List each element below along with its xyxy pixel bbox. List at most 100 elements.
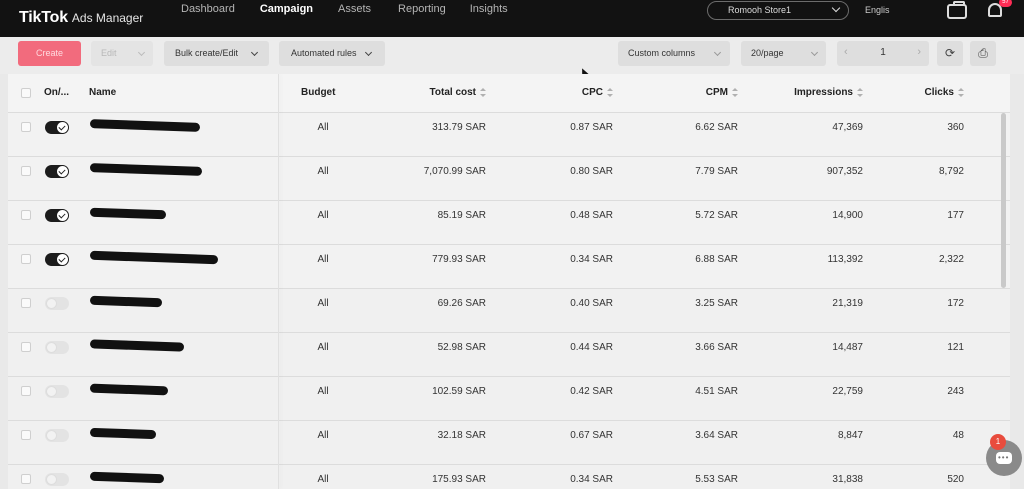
impressions-cell: 31,838: [832, 474, 863, 485]
clicks-cell: 177: [947, 210, 964, 221]
redacted-campaign-name[interactable]: [89, 250, 219, 265]
total-cost-cell: 175.93 SAR: [432, 474, 486, 485]
header-budget[interactable]: Budget: [301, 87, 335, 98]
nav-campaign[interactable]: Campaign: [259, 0, 314, 40]
table-row[interactable]: All 32.18 SAR 0.67 SAR 3.64 SAR 8,847 48: [8, 421, 1010, 465]
nav-dashboard[interactable]: Dashboard: [181, 0, 235, 37]
cpc-cell: 0.34 SAR: [570, 474, 613, 485]
header-impressions[interactable]: Impressions: [768, 87, 863, 98]
clicks-cell: 243: [947, 386, 964, 397]
nav-reporting[interactable]: Reporting: [398, 0, 446, 37]
status-toggle[interactable]: [45, 385, 69, 398]
row-checkbox[interactable]: [21, 342, 31, 352]
tiktok-ads-manager-logo[interactable]: TikTok Ads Manager: [19, 9, 143, 27]
header-total-cost[interactable]: Total cost: [388, 87, 486, 98]
store-selector[interactable]: Romooh Store1: [707, 1, 849, 20]
redacted-campaign-name[interactable]: [89, 163, 203, 176]
custom-columns-dropdown[interactable]: Custom columns: [618, 41, 730, 66]
row-checkbox[interactable]: [21, 430, 31, 440]
cpc-cell: 0.87 SAR: [570, 122, 613, 133]
budget-cell: All: [317, 210, 329, 221]
nav-insights[interactable]: Insights: [470, 0, 508, 37]
sort-icon[interactable]: [958, 87, 964, 97]
toggle-knob: [46, 430, 57, 441]
status-toggle[interactable]: [45, 165, 69, 178]
refresh-icon[interactable]: ⟳: [937, 41, 963, 66]
row-checkbox[interactable]: [21, 210, 31, 220]
export-icon[interactable]: ⎙: [970, 41, 996, 66]
table-row[interactable]: All 69.26 SAR 0.40 SAR 3.25 SAR 21,319 1…: [8, 289, 1010, 333]
row-checkbox[interactable]: [21, 122, 31, 132]
clicks-cell: 2,322: [938, 254, 964, 265]
cpm-cell: 6.88 SAR: [695, 254, 738, 265]
chevron-down-icon: [831, 3, 841, 13]
edit-dropdown[interactable]: Edit: [91, 41, 153, 66]
chevron-right-icon[interactable]: ›: [917, 46, 921, 58]
create-button[interactable]: Create: [18, 41, 81, 66]
chevron-down-icon: [250, 48, 259, 57]
automated-rules-dropdown[interactable]: Automated rules: [279, 41, 385, 66]
table-header: On/... Name Budget Total cost CPC CPM Im…: [8, 74, 1010, 113]
row-checkbox[interactable]: [21, 254, 31, 264]
status-toggle[interactable]: [45, 341, 69, 354]
row-checkbox[interactable]: [21, 166, 31, 176]
header-cpm[interactable]: CPM: [643, 87, 738, 98]
custom-columns-label: Custom columns: [628, 48, 696, 58]
status-toggle[interactable]: [45, 429, 69, 442]
redacted-campaign-name[interactable]: [89, 471, 165, 484]
redacted-campaign-name[interactable]: [89, 207, 167, 220]
status-toggle[interactable]: [45, 297, 69, 310]
header-cpc[interactable]: CPC: [518, 87, 613, 98]
status-toggle[interactable]: [45, 253, 69, 266]
chat-dots-icon: •••: [998, 453, 1010, 462]
bulk-create-edit-dropdown[interactable]: Bulk create/Edit: [164, 41, 269, 66]
row-checkbox[interactable]: [21, 474, 31, 484]
page-number-input[interactable]: 1: [873, 47, 893, 58]
store-selector-label: Romooh Store1: [728, 5, 792, 15]
sort-icon[interactable]: [480, 87, 486, 97]
row-checkbox[interactable]: [21, 386, 31, 396]
page-size-label: 20/page: [751, 48, 784, 58]
impressions-cell: 47,369: [832, 122, 863, 133]
chevron-left-icon[interactable]: ‹: [844, 46, 848, 58]
table-row[interactable]: All 52.98 SAR 0.44 SAR 3.66 SAR 14,487 1…: [8, 333, 1010, 377]
table-row[interactable]: All 313.79 SAR 0.87 SAR 6.62 SAR 47,369 …: [8, 113, 1010, 157]
language-selector[interactable]: Englis: [865, 5, 897, 15]
vertical-scrollbar[interactable]: [1001, 113, 1006, 288]
main-nav: Dashboard Campaign Assets Reporting Insi…: [181, 0, 508, 40]
row-checkbox[interactable]: [21, 298, 31, 308]
redacted-campaign-name[interactable]: [89, 339, 185, 352]
redacted-campaign-name[interactable]: [89, 295, 163, 308]
cpc-cell: 0.80 SAR: [570, 166, 613, 177]
table-row[interactable]: All 7,070.99 SAR 0.80 SAR 7.79 SAR 907,3…: [8, 157, 1010, 201]
sort-icon[interactable]: [857, 87, 863, 97]
nav-assets[interactable]: Assets: [338, 0, 371, 37]
header-clicks-label: Clicks: [924, 87, 954, 98]
table-row[interactable]: All 85.19 SAR 0.48 SAR 5.72 SAR 14,900 1…: [8, 201, 1010, 245]
status-toggle[interactable]: [45, 121, 69, 134]
status-toggle[interactable]: [45, 473, 69, 486]
sort-icon[interactable]: [732, 87, 738, 97]
header-clicks[interactable]: Clicks: [888, 87, 964, 98]
briefcase-icon[interactable]: [947, 1, 967, 19]
cpm-cell: 4.51 SAR: [695, 386, 738, 397]
page-size-dropdown[interactable]: 20/page: [741, 41, 826, 66]
table-row[interactable]: All 779.93 SAR 0.34 SAR 6.88 SAR 113,392…: [8, 245, 1010, 289]
campaign-table: On/... Name Budget Total cost CPC CPM Im…: [8, 74, 1010, 489]
impressions-cell: 907,352: [826, 166, 863, 177]
status-toggle[interactable]: [45, 209, 69, 222]
table-row[interactable]: All 175.93 SAR 0.34 SAR 5.53 SAR 31,838 …: [8, 465, 1010, 489]
redacted-campaign-name[interactable]: [89, 119, 201, 132]
table-row[interactable]: All 102.59 SAR 0.42 SAR 4.51 SAR 22,759 …: [8, 377, 1010, 421]
redacted-campaign-name[interactable]: [89, 427, 157, 440]
select-all-checkbox[interactable]: [21, 88, 31, 98]
redacted-campaign-name[interactable]: [89, 383, 169, 396]
impressions-cell: 8,847: [837, 430, 863, 441]
header-cpm-label: CPM: [705, 87, 728, 98]
logo-main: TikTok: [19, 9, 68, 26]
chevron-down-icon: [810, 48, 819, 57]
header-name[interactable]: Name: [89, 87, 116, 98]
toggle-knob: [57, 254, 68, 265]
sort-icon[interactable]: [607, 87, 613, 97]
toggle-knob: [46, 298, 57, 309]
